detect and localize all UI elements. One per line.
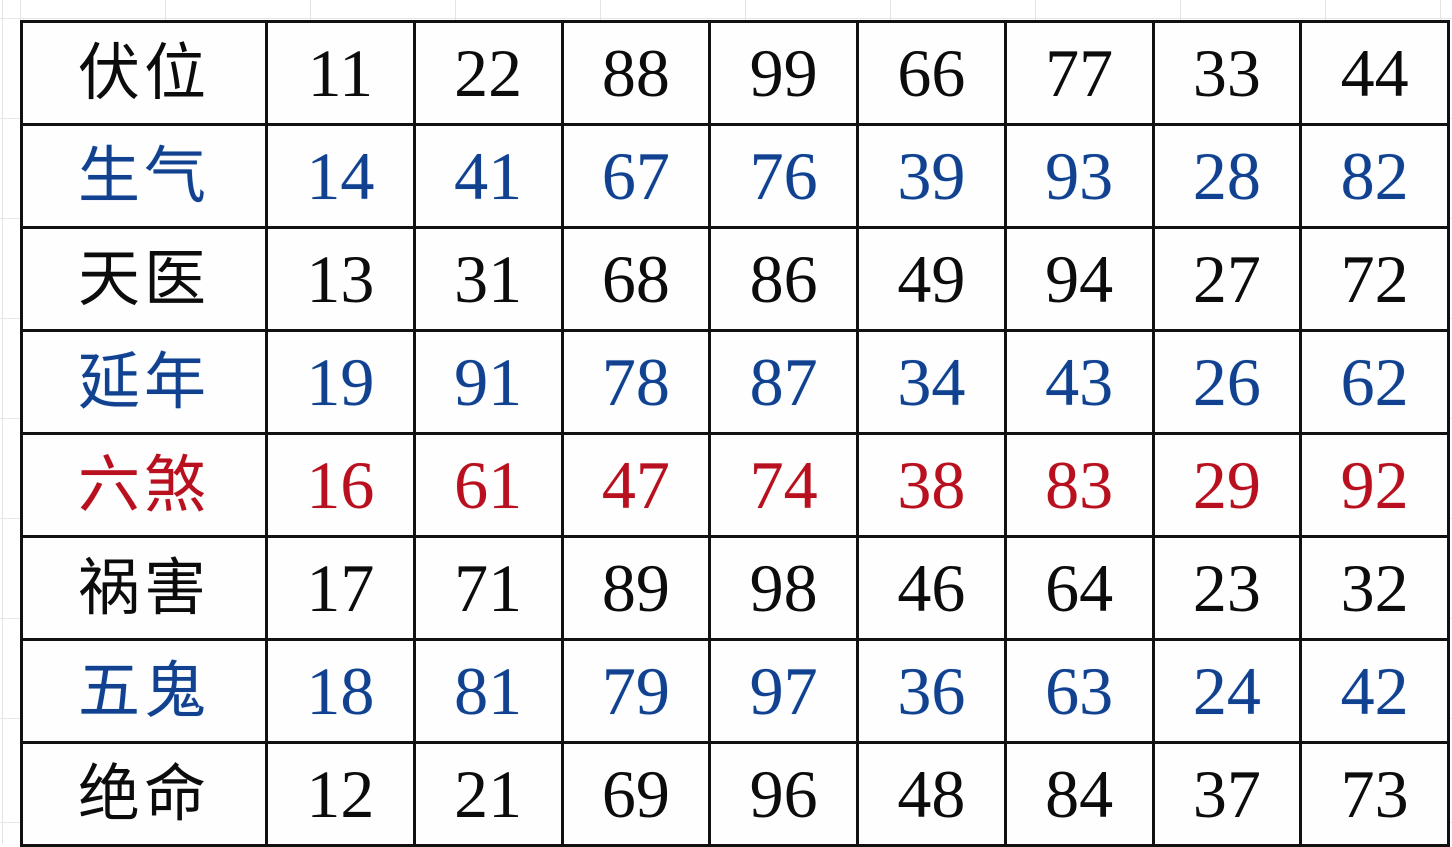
number-cell-r0-c7: 44 [1299, 20, 1450, 126]
number-cell-r2-c5: 94 [1003, 226, 1155, 332]
number-cell-r7-c0: 12 [265, 741, 416, 847]
row-label-6: 五鬼 [20, 638, 268, 744]
number-cell-r3-c3: 87 [708, 329, 859, 435]
number-cell-r5-c0: 17 [265, 535, 416, 641]
number-cell-r3-c5: 43 [1003, 329, 1155, 435]
number-cell-r7-c4: 48 [856, 741, 1007, 847]
number-cell-r5-c7: 32 [1299, 535, 1450, 641]
number-cell-r4-c1: 61 [412, 432, 564, 538]
number-cell-r2-c7: 72 [1299, 226, 1450, 332]
number-cell-r4-c6: 29 [1151, 432, 1303, 538]
number-cell-r5-c1: 71 [412, 535, 564, 641]
number-cell-r7-c3: 96 [708, 741, 859, 847]
number-cell-r6-c6: 24 [1151, 638, 1303, 744]
table-body: 伏位 11 22 88 99 66 77 33 44 生气 14 41 67 76 39 93 28 82 天医 13… [20, 20, 1450, 847]
number-cell-r6-c7: 42 [1299, 638, 1450, 744]
row-label-3: 延年 [20, 329, 268, 435]
row-label-1: 生气 [20, 123, 268, 229]
number-cell-r4-c0: 16 [265, 432, 416, 538]
row-label-4: 六煞 [20, 432, 268, 538]
table-row: 生气 14 41 67 76 39 93 28 82 [20, 123, 1450, 229]
number-cell-r6-c3: 97 [708, 638, 859, 744]
number-cell-r1-c2: 67 [560, 123, 712, 229]
number-cell-r4-c4: 38 [856, 432, 1007, 538]
number-cell-r5-c4: 46 [856, 535, 1007, 641]
row-label-7: 绝命 [20, 741, 268, 847]
number-cell-r3-c6: 26 [1151, 329, 1303, 435]
number-cell-r2-c3: 86 [708, 226, 859, 332]
table-row: 伏位 11 22 88 99 66 77 33 44 [20, 20, 1450, 126]
number-cell-r6-c0: 18 [265, 638, 416, 744]
number-cell-r1-c6: 28 [1151, 123, 1303, 229]
number-cell-r1-c3: 76 [708, 123, 859, 229]
number-cell-r3-c7: 62 [1299, 329, 1450, 435]
number-cell-r5-c2: 89 [560, 535, 712, 641]
number-cell-r7-c2: 69 [560, 741, 712, 847]
row-label-0: 伏位 [20, 20, 268, 126]
chart-canvas: 伏位 11 22 88 99 66 77 33 44 生气 14 41 67 76 39 93 28 82 天医 13… [0, 0, 1452, 847]
number-cell-r3-c1: 91 [412, 329, 564, 435]
number-cell-r1-c0: 14 [265, 123, 416, 229]
number-cell-r0-c3: 99 [708, 20, 859, 126]
number-cell-r3-c0: 19 [265, 329, 416, 435]
number-cell-r3-c4: 34 [856, 329, 1007, 435]
number-cell-r6-c1: 81 [412, 638, 564, 744]
number-cell-r2-c6: 27 [1151, 226, 1303, 332]
table-row: 天医 13 31 68 86 49 94 27 72 [20, 226, 1450, 332]
number-cell-r2-c4: 49 [856, 226, 1007, 332]
number-cell-r5-c6: 23 [1151, 535, 1303, 641]
number-cell-r0-c6: 33 [1151, 20, 1303, 126]
table-row: 祸害 17 71 89 98 46 64 23 32 [20, 535, 1450, 641]
number-cell-r7-c5: 84 [1003, 741, 1155, 847]
number-cell-r4-c5: 83 [1003, 432, 1155, 538]
number-cell-r5-c3: 98 [708, 535, 859, 641]
number-cell-r7-c1: 21 [412, 741, 564, 847]
number-cell-r0-c2: 88 [560, 20, 712, 126]
row-label-5: 祸害 [20, 535, 268, 641]
number-cell-r6-c4: 36 [856, 638, 1007, 744]
number-cell-r4-c3: 74 [708, 432, 859, 538]
number-cell-r3-c2: 78 [560, 329, 712, 435]
number-cell-r2-c1: 31 [412, 226, 564, 332]
number-cell-r2-c0: 13 [265, 226, 416, 332]
number-cell-r6-c5: 63 [1003, 638, 1155, 744]
number-cell-r7-c6: 37 [1151, 741, 1303, 847]
number-cell-r0-c0: 11 [265, 20, 416, 126]
row-label-2: 天医 [20, 226, 268, 332]
table-row: 五鬼 18 81 79 97 36 63 24 42 [20, 638, 1450, 744]
table-row: 绝命 12 21 69 96 48 84 37 73 [20, 741, 1450, 847]
number-cell-r1-c1: 41 [412, 123, 564, 229]
number-cell-r1-c4: 39 [856, 123, 1007, 229]
number-cell-r4-c7: 92 [1299, 432, 1450, 538]
table-row: 延年 19 91 78 87 34 43 26 62 [20, 329, 1450, 435]
table-row: 六煞 16 61 47 74 38 83 29 92 [20, 432, 1450, 538]
bagua-number-table: 伏位 11 22 88 99 66 77 33 44 生气 14 41 67 76 39 93 28 82 天医 13… [20, 20, 1450, 847]
number-cell-r5-c5: 64 [1003, 535, 1155, 641]
number-cell-r1-c5: 93 [1003, 123, 1155, 229]
number-cell-r6-c2: 79 [560, 638, 712, 744]
number-cell-r4-c2: 47 [560, 432, 712, 538]
number-cell-r0-c5: 77 [1003, 20, 1155, 126]
number-cell-r1-c7: 82 [1299, 123, 1450, 229]
number-cell-r2-c2: 68 [560, 226, 712, 332]
number-cell-r0-c4: 66 [856, 20, 1007, 126]
number-cell-r0-c1: 22 [412, 20, 564, 126]
number-cell-r7-c7: 73 [1299, 741, 1450, 847]
